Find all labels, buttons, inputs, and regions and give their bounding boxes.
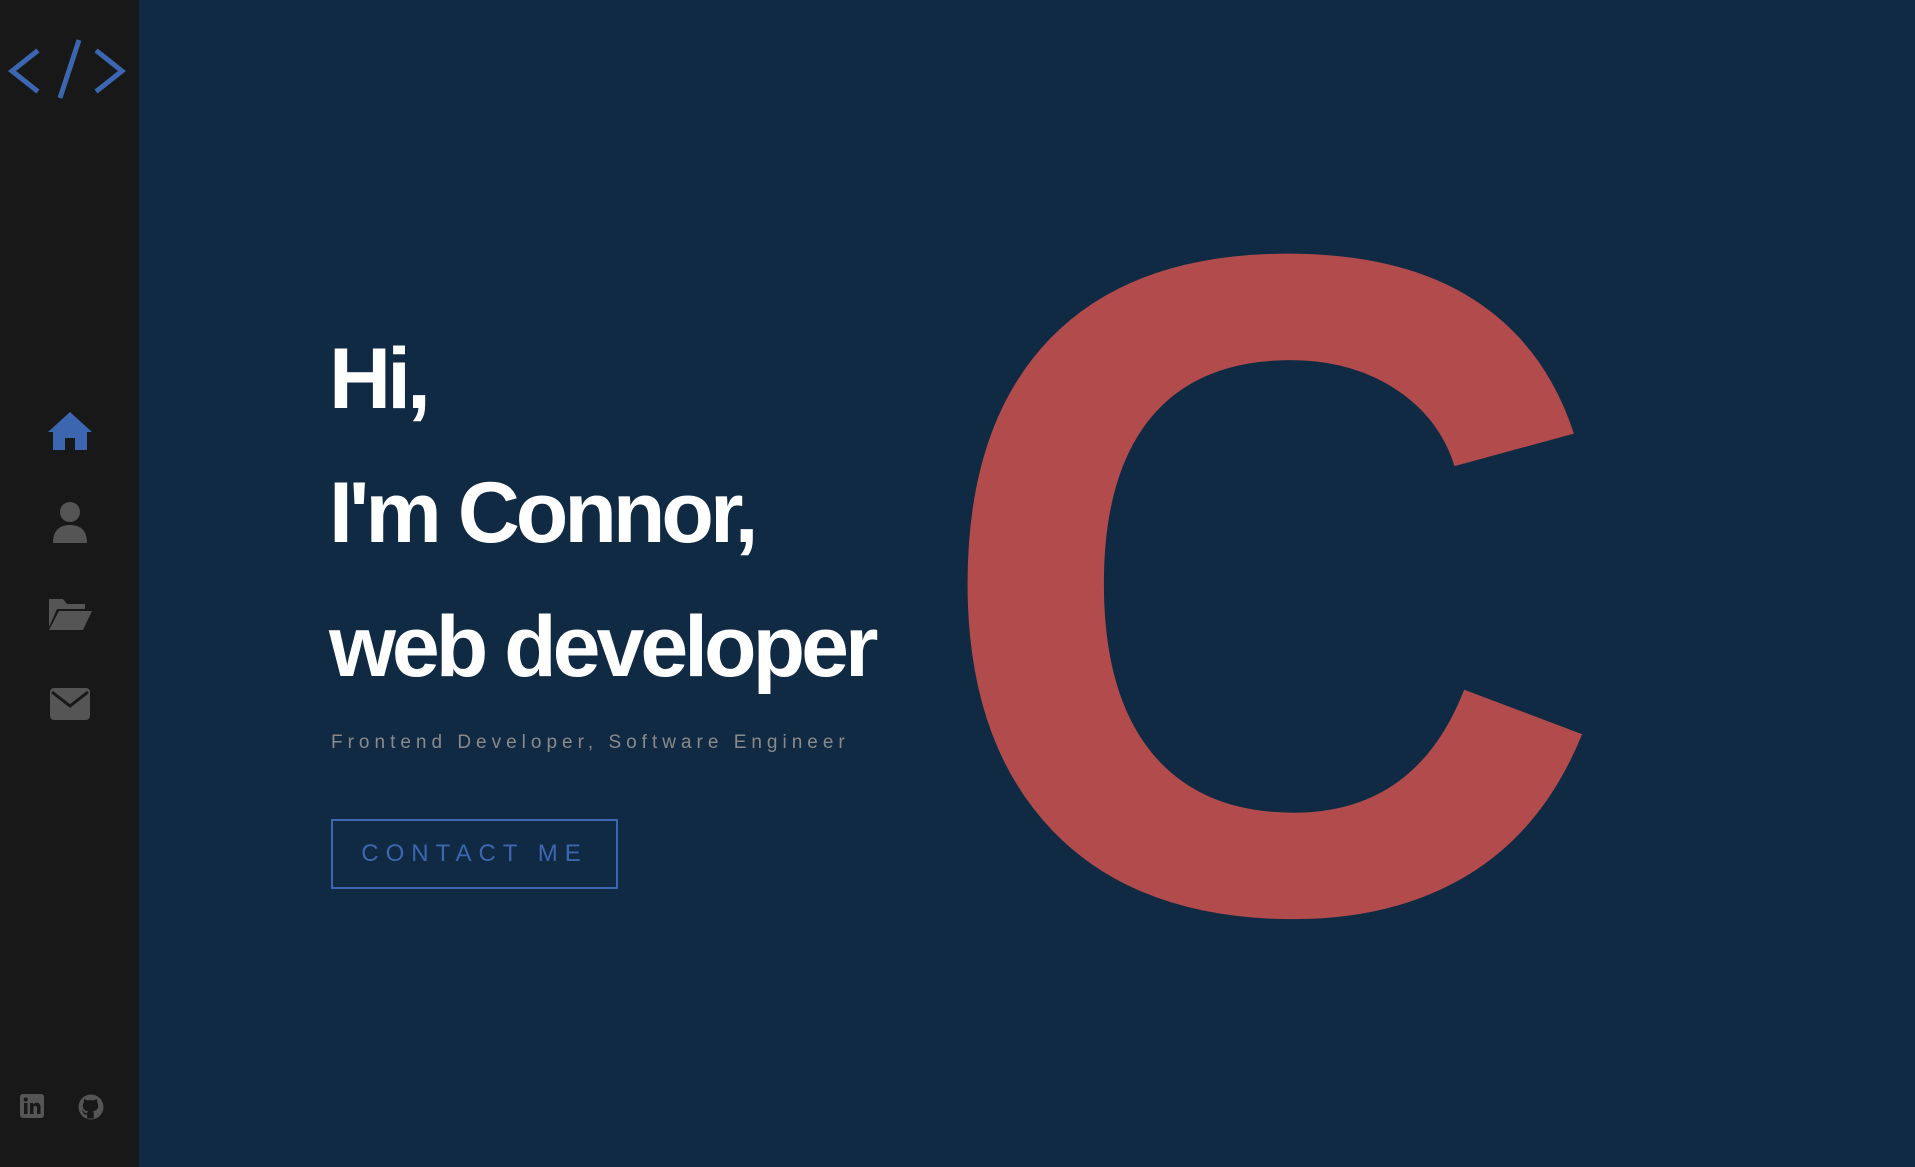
sidebar <box>0 0 139 1167</box>
nav-item-contact[interactable] <box>0 658 139 749</box>
hero-headline: Hi, I'm Connor, web developer <box>329 312 878 714</box>
svg-text:C: C <box>929 190 1608 990</box>
envelope-icon <box>49 687 91 721</box>
github-icon[interactable] <box>78 1094 104 1125</box>
hero-section: C Hi, I'm Connor, web developer Frontend… <box>139 0 1915 1167</box>
headline-name: I'm Connor, <box>329 465 759 561</box>
user-icon <box>51 501 89 543</box>
sidebar-nav <box>0 385 139 749</box>
social-links <box>20 1094 104 1125</box>
code-brackets-icon[interactable] <box>6 36 127 106</box>
contact-me-button[interactable]: CONTACT ME <box>331 819 618 889</box>
nav-item-home[interactable] <box>0 385 139 476</box>
nav-item-portfolio[interactable] <box>0 567 139 658</box>
home-icon <box>47 410 93 452</box>
folder-open-icon <box>47 595 93 631</box>
linkedin-icon[interactable] <box>20 1094 44 1125</box>
hero-subtitle: Frontend Developer, Software Engineer <box>331 732 850 753</box>
headline-greeting: Hi, <box>329 331 431 427</box>
nav-item-about[interactable] <box>0 476 139 567</box>
headline-role: web developer <box>329 599 878 695</box>
decorative-letter-c: C <box>929 60 1729 1110</box>
